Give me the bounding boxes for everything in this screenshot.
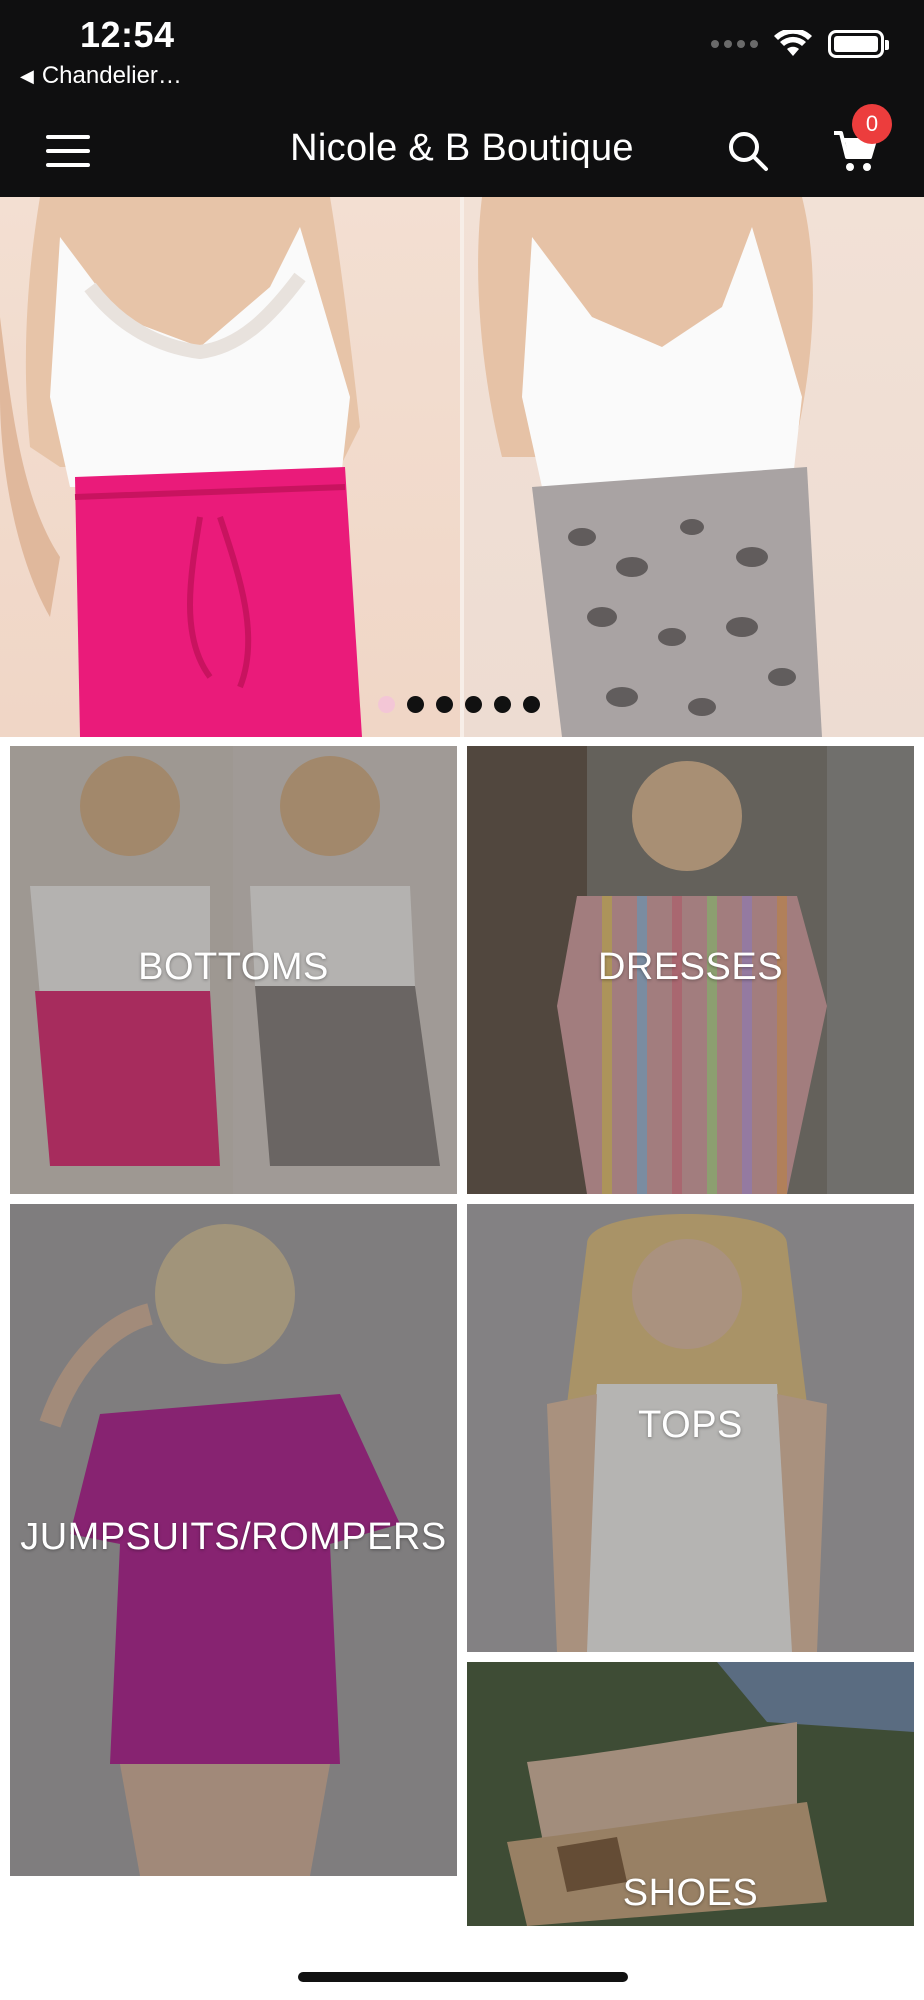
hero-carousel[interactable] bbox=[0, 197, 924, 737]
cellular-signal-icon bbox=[711, 40, 758, 48]
category-label: DRESSES bbox=[597, 946, 784, 988]
carousel-dot[interactable] bbox=[436, 696, 453, 713]
category-tile-tops[interactable]: TOPS bbox=[467, 1204, 914, 1652]
back-to-app-link[interactable]: ◀ Chandelier… bbox=[20, 62, 182, 90]
category-tile-dresses[interactable]: DRESSES bbox=[467, 746, 914, 1194]
carousel-dot[interactable] bbox=[494, 696, 511, 713]
status-bar: 12:54 ◀ Chandelier… bbox=[0, 0, 924, 105]
hero-image-pink-shorts bbox=[0, 197, 462, 737]
category-tile-jumpsuits-rompers[interactable]: JUMPSUITS/ROMPERS bbox=[10, 1204, 457, 1876]
category-label: JUMPSUITS/ROMPERS bbox=[20, 1516, 447, 1558]
category-label: SHOES bbox=[622, 1872, 759, 1914]
store-title: Nicole & B Boutique bbox=[290, 127, 634, 169]
back-app-label: Chandelier… bbox=[41, 62, 182, 89]
battery-icon bbox=[828, 30, 889, 58]
back-triangle-icon: ◀ bbox=[20, 65, 34, 86]
carousel-pagination[interactable] bbox=[378, 696, 540, 713]
category-tile-shoes[interactable]: SHOES bbox=[467, 1662, 914, 1926]
wifi-icon bbox=[774, 30, 812, 56]
carousel-dot[interactable] bbox=[407, 696, 424, 713]
category-label: BOTTOMS bbox=[138, 946, 329, 988]
carousel-dot[interactable] bbox=[465, 696, 482, 713]
category-label: TOPS bbox=[638, 1404, 743, 1446]
search-icon[interactable] bbox=[724, 127, 772, 175]
status-indicators bbox=[711, 30, 889, 58]
category-tile-bottoms[interactable]: BOTTOMS bbox=[10, 746, 457, 1194]
home-indicator[interactable] bbox=[298, 1972, 628, 1982]
hero-divider bbox=[460, 197, 464, 737]
cart-count-badge: 0 bbox=[852, 104, 892, 144]
app-header: Nicole & B Boutique bbox=[0, 105, 924, 197]
hero-image-snake-print-shorts bbox=[462, 197, 924, 737]
carousel-dot[interactable] bbox=[378, 696, 395, 713]
status-time: 12:54 bbox=[80, 14, 175, 55]
carousel-dot[interactable] bbox=[523, 696, 540, 713]
